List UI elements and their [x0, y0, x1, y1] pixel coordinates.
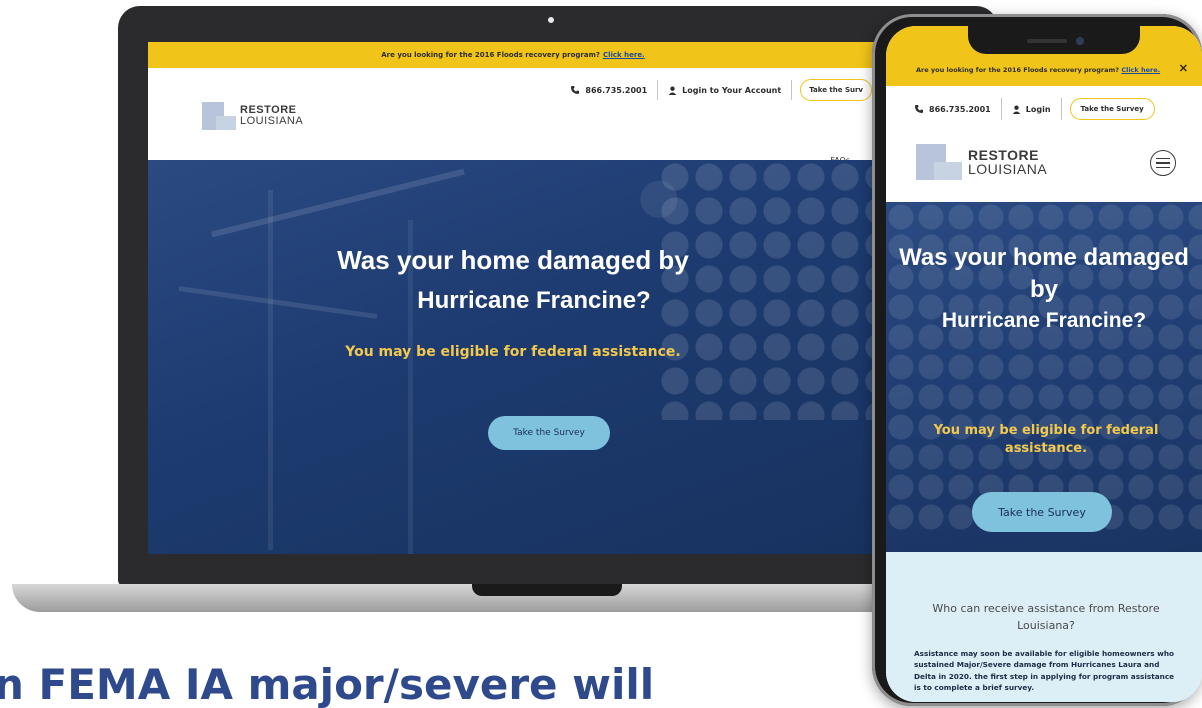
- laptop-screen: Are you looking for the 2016 Floods reco…: [148, 42, 878, 554]
- mobile-login-link[interactable]: Login: [1002, 105, 1061, 114]
- phone-icon: [915, 105, 923, 113]
- mobile-banner-link[interactable]: Click here.: [1121, 66, 1160, 74]
- mobile-hero-subtitle: You may be eligible for federal assistan…: [933, 423, 1159, 457]
- phone-screen: Are you looking for the 2016 Floods reco…: [886, 26, 1202, 702]
- header-survey-button[interactable]: Take the Surv: [800, 79, 872, 101]
- mobile-logo-line1: RESTORE: [968, 147, 1039, 163]
- phone-icon: [571, 86, 580, 94]
- phone-speaker: [1027, 39, 1067, 43]
- site-header: RESTORE LOUISIANA 866.735.2001 Login to …: [148, 68, 878, 165]
- hero-title-line2: Hurricane Francine?: [417, 286, 651, 314]
- mobile-banner-text: Are you looking for the 2016 Floods reco…: [916, 66, 1161, 74]
- laptop-camera: [548, 17, 554, 23]
- user-icon: [668, 86, 677, 95]
- site-logo[interactable]: RESTORE LOUISIANA: [202, 102, 303, 130]
- phone-camera: [1076, 37, 1084, 45]
- eligibility-body: Assistance may soon be available for eli…: [914, 649, 1175, 692]
- hero-title-line1: Was your home damaged by: [337, 245, 689, 275]
- login-link[interactable]: Login to Your Account: [658, 78, 791, 102]
- recovery-program-banner: Are you looking for the 2016 Floods reco…: [148, 42, 878, 68]
- mobile-utility-bar: 866.735.2001 Login Take the Survey: [904, 96, 1155, 122]
- mobile-hero-title-line1: Was your home damaged by: [899, 244, 1189, 304]
- mobile-login-label: Login: [1025, 104, 1051, 114]
- mobile-take-survey-button[interactable]: Take the Survey: [972, 492, 1112, 532]
- laptop-base-notch: [472, 584, 622, 596]
- eligibility-title: Who can receive assistance from Restore …: [932, 602, 1160, 633]
- phone-link[interactable]: 866.735.2001: [560, 78, 657, 102]
- banner-text: Are you looking for the 2016 Floods reco…: [381, 51, 600, 59]
- mobile-hero-title: Was your home damaged by Hurricane Franc…: [886, 242, 1202, 335]
- login-label: Login to Your Account: [682, 85, 782, 95]
- mobile-phone-link[interactable]: 866.735.2001: [904, 104, 1001, 114]
- logo-line2: LOUISIANA: [240, 115, 304, 127]
- banner-link[interactable]: Click here.: [603, 51, 645, 59]
- mobile-logo-line2: LOUISIANA: [968, 161, 1048, 177]
- hero-title: Was your home damaged by Hurricane Franc…: [148, 240, 878, 320]
- mobile-phone-number: 866.735.2001: [929, 104, 991, 114]
- user-icon: [1012, 105, 1021, 114]
- mobile-site-logo[interactable]: RESTORE LOUISIANA: [916, 144, 1047, 180]
- divider: [1060, 98, 1062, 120]
- slide-caption: n FEMA IA major/severe will: [0, 660, 655, 708]
- eligibility-info-section: Who can receive assistance from Restore …: [886, 552, 1202, 702]
- utility-bar: 866.735.2001 Login to Your Account Take …: [560, 78, 872, 102]
- hero-section: Was your home damaged by Hurricane Franc…: [148, 160, 878, 554]
- mobile-hero-section: Was your home damaged by Hurricane Franc…: [886, 202, 1202, 552]
- divider: [791, 80, 793, 100]
- hamburger-menu-icon[interactable]: [1150, 150, 1176, 176]
- mobile-header-survey-button[interactable]: Take the Survey: [1069, 98, 1155, 120]
- hero-subtitle: You may be eligible for federal assistan…: [345, 344, 681, 360]
- state-logo-icon: [202, 102, 236, 130]
- close-icon[interactable]: ✕: [1179, 62, 1188, 75]
- take-survey-button[interactable]: Take the Survey: [488, 416, 610, 450]
- phone-number: 866.735.2001: [585, 85, 648, 95]
- mobile-hero-title-line2: Hurricane Francine?: [941, 308, 1147, 332]
- state-logo-icon: [916, 144, 962, 180]
